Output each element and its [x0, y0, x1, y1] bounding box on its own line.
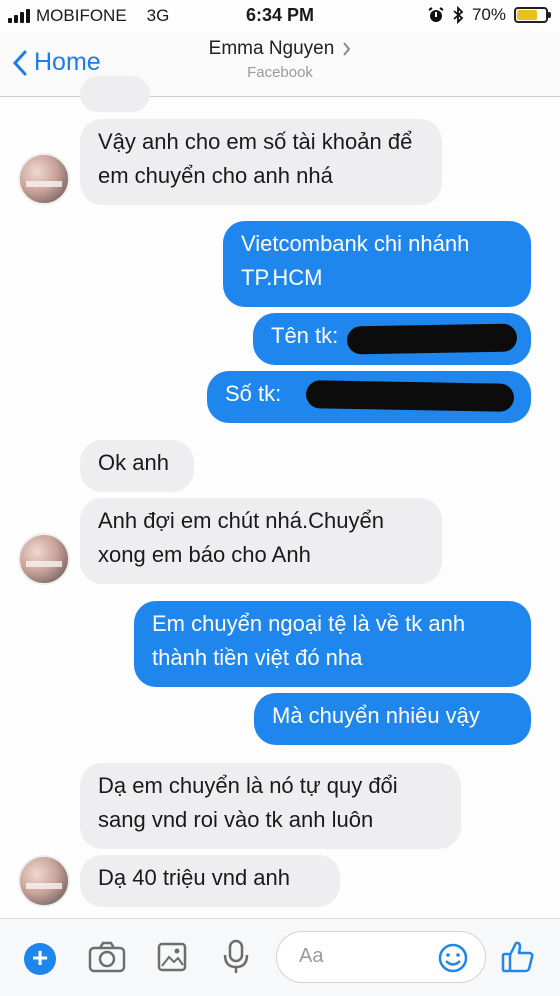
message-composer-bar: + [0, 918, 560, 996]
camera-icon [88, 941, 126, 973]
chevron-right-icon [343, 42, 351, 56]
message-input-container [276, 931, 486, 983]
bluetooth-icon [453, 6, 464, 24]
contact-name: Emma Nguyen [208, 38, 335, 59]
message-bubble: Vậy anh cho em số tài khoản để em chuyển… [80, 119, 442, 205]
message-bubble-partial [80, 76, 150, 112]
message-bubble: Dạ em chuyển là nó tự quy đổi sang vnd r… [80, 763, 461, 849]
message-text: Tên tk: [271, 323, 339, 348]
thumbs-up-icon [501, 941, 534, 973]
like-button[interactable] [500, 939, 536, 980]
microphone-button[interactable] [222, 939, 250, 980]
message-bubble: Vietcombank chi nhánh TP.HCM [223, 221, 531, 307]
redaction-mark [346, 323, 518, 355]
conversation-title[interactable]: Emma Nguyen Facebook [0, 38, 560, 81]
camera-button[interactable] [88, 941, 126, 978]
avatar[interactable] [18, 153, 70, 205]
gallery-button[interactable] [156, 941, 188, 978]
redaction-mark [305, 380, 515, 412]
avatar[interactable] [18, 533, 70, 585]
message-text: Ok anh [98, 450, 169, 475]
message-bubble: Anh đợi em chút nhá.Chuyển xong em báo c… [80, 498, 442, 584]
smiley-icon [438, 943, 468, 973]
alarm-icon [428, 7, 444, 22]
message-bubble: Ok anh [80, 440, 194, 492]
battery-level [517, 10, 537, 20]
message-text: Vậy anh cho em số tài khoản để em chuyển… [98, 129, 413, 188]
message-bubble: Em chuyển ngoại tệ là về tk anh thành ti… [134, 601, 531, 687]
message-text: Dạ em chuyển là nó tự quy đổi sang vnd r… [98, 773, 398, 832]
plus-icon: + [31, 942, 49, 973]
image-icon [157, 942, 187, 972]
status-right: 70% [428, 5, 551, 25]
status-bar: MOBIFONE 3G 6:34 PM 70% [0, 0, 560, 32]
battery-percent: 70% [471, 5, 506, 24]
battery-icon [514, 7, 551, 23]
emoji-button[interactable] [437, 942, 469, 979]
add-button[interactable]: + [24, 943, 56, 975]
avatar[interactable] [18, 855, 70, 907]
message-text: Em chuyển ngoại tệ là về tk anh thành ti… [152, 611, 466, 670]
message-bubble: Dạ 40 triệu vnd anh [80, 855, 340, 907]
microphone-icon [223, 939, 249, 973]
message-text: Mà chuyển nhiêu vậy [272, 703, 480, 728]
message-text: Dạ 40 triệu vnd anh [98, 865, 291, 890]
message-bubble: Mà chuyển nhiêu vậy [254, 693, 531, 745]
message-text: Anh đợi em chút nhá.Chuyển xong em báo c… [98, 508, 384, 567]
contact-source: Facebook [247, 64, 313, 81]
message-text: Vietcombank chi nhánh TP.HCM [241, 231, 470, 290]
message-input[interactable] [297, 944, 431, 969]
message-text: Số tk: [225, 381, 282, 406]
